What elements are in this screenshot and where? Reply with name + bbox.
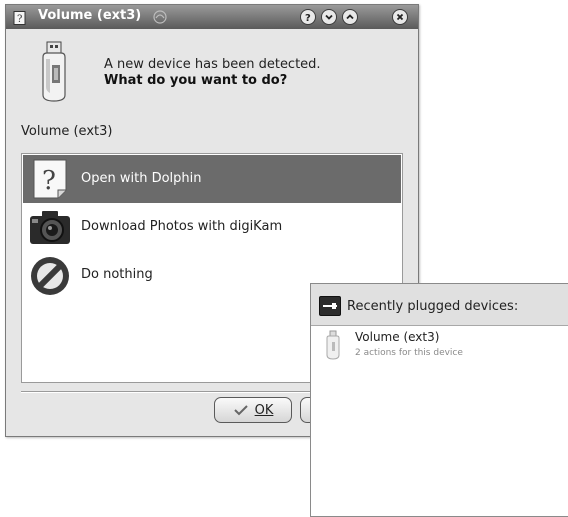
message-line: A new device has been detected. [104,57,321,72]
title-bar[interactable]: ? Volume (ext3) ? [6,5,418,29]
action-download-photos-digikam[interactable]: Download Photos with digiKam [23,203,401,251]
no-entry-icon [28,254,72,296]
ok-button[interactable]: OK [214,397,292,423]
device-actions-count: 2 actions for this device [355,348,463,358]
notifier-title: Recently plugged devices: [347,299,519,314]
close-icon[interactable] [392,9,408,25]
action-open-with-dolphin[interactable]: ? Open with Dolphin [23,155,401,203]
device-list-item[interactable]: Volume (ext3) 2 actions for this device [315,328,565,368]
svg-text:?: ? [42,166,56,196]
device-label: Volume (ext3) [21,124,113,139]
notifier-header: Recently plugged devices: [311,284,568,326]
checkmark-icon [233,405,248,416]
svg-text:?: ? [17,14,22,25]
question-document-icon: ? [28,158,72,200]
svg-text:?: ? [305,13,311,22]
camera-icon [28,206,72,248]
window-app-icon: ? [13,10,27,25]
ok-button-label: OK [254,402,274,418]
action-label: Open with Dolphin [81,171,202,186]
usb-stick-icon [325,330,341,360]
device-notifier-popup: Recently plugged devices: Volume (ext3) … [310,283,568,517]
action-label: Do nothing [81,267,153,282]
device-name: Volume (ext3) [355,330,440,344]
usb-plug-icon [319,296,341,316]
minimize-icon[interactable] [321,9,337,25]
usb-stick-icon [38,41,70,103]
window-title: Volume (ext3) [38,8,142,23]
question-line: What do you want to do? [104,73,288,88]
maximize-icon[interactable] [342,9,358,25]
help-icon[interactable]: ? [300,9,316,25]
action-label: Download Photos with digiKam [81,219,283,234]
pin-icon [151,8,169,26]
